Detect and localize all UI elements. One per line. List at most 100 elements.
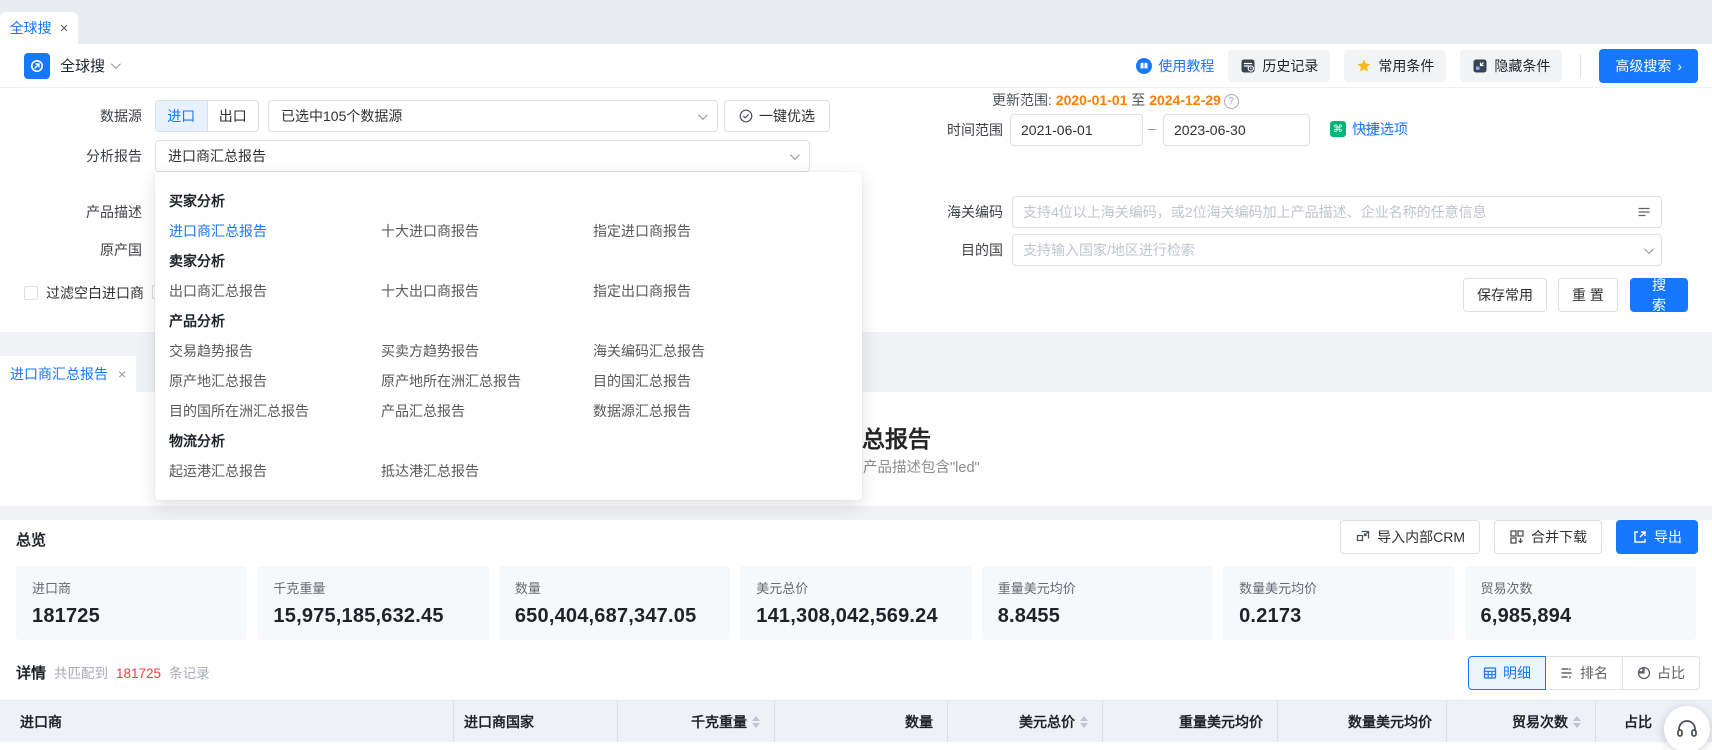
support-headset-button[interactable] bbox=[1664, 706, 1710, 750]
hs-code-input[interactable] bbox=[1023, 204, 1629, 220]
overview-card-label: 美元总价 bbox=[756, 578, 955, 597]
table-column-label: 进口商 bbox=[20, 712, 62, 732]
view-tab-detail[interactable]: 明细 bbox=[1468, 656, 1546, 690]
table-column-label: 美元总价 bbox=[1019, 712, 1075, 732]
check-circle-icon bbox=[739, 109, 753, 123]
view-tab-ranking[interactable]: 排名 bbox=[1546, 656, 1623, 690]
report-option[interactable]: 买卖方趋势报告 bbox=[381, 338, 593, 368]
table-column-header[interactable]: 数量 bbox=[775, 701, 948, 742]
report-option[interactable]: 十大出口商报告 bbox=[381, 278, 593, 308]
table-column-header[interactable]: 贸易次数 bbox=[1447, 701, 1596, 742]
report-option[interactable]: 十大进口商报告 bbox=[381, 218, 593, 248]
report-option[interactable]: 原产地汇总报告 bbox=[169, 368, 381, 398]
date-end-field[interactable] bbox=[1163, 114, 1310, 146]
overview-card-value: 141,308,042,569.24 bbox=[756, 605, 955, 628]
overview-actions: 导入内部CRM 合并下载 导出 bbox=[1340, 520, 1698, 554]
overview-card: 重量美元均价8.8455 bbox=[982, 566, 1213, 640]
overview-card-value: 8.8455 bbox=[998, 605, 1197, 628]
star-icon bbox=[1356, 58, 1372, 74]
report-option[interactable]: 目的国汇总报告 bbox=[593, 368, 805, 398]
report-option[interactable]: 起运港汇总报告 bbox=[169, 458, 381, 488]
advanced-search-button[interactable]: 高级搜索 › bbox=[1599, 49, 1698, 83]
tab-close-icon[interactable]: × bbox=[60, 20, 69, 37]
overview-card-value: 6,985,894 bbox=[1481, 605, 1680, 628]
table-column-header[interactable]: 千克重量 bbox=[618, 701, 775, 742]
history-button[interactable]: 历史记录 bbox=[1228, 50, 1330, 82]
grid-table-icon bbox=[1483, 666, 1497, 680]
checkbox[interactable] bbox=[24, 286, 38, 300]
quick-options-icon: ⌘ bbox=[1330, 121, 1346, 137]
sort-down-icon bbox=[752, 723, 760, 728]
dest-country-field[interactable] bbox=[1012, 234, 1662, 266]
data-source-selected-value: 已选中105个数据源 bbox=[281, 106, 698, 126]
report-option[interactable]: 抵达港汇总报告 bbox=[381, 458, 593, 488]
import-icon bbox=[1355, 529, 1371, 545]
chevron-down-icon[interactable] bbox=[111, 59, 121, 69]
history-label: 历史记录 bbox=[1262, 56, 1318, 76]
favorite-conditions-label: 常用条件 bbox=[1378, 56, 1434, 76]
hs-code-field[interactable] bbox=[1012, 196, 1662, 228]
view-tab-proportion-label: 占比 bbox=[1657, 663, 1685, 683]
overview-cards: 进口商181725千克重量15,975,185,632.45数量650,404,… bbox=[16, 566, 1696, 640]
report-group-title: 物流分析 bbox=[169, 428, 805, 458]
table-column-label: 进口商国家 bbox=[464, 712, 534, 732]
segment-export[interactable]: 出口 bbox=[207, 101, 259, 131]
report-option[interactable]: 产品汇总报告 bbox=[381, 398, 593, 428]
overview-card-label: 数量美元均价 bbox=[1239, 578, 1438, 597]
list-menu-icon[interactable] bbox=[1637, 205, 1651, 219]
report-option[interactable]: 海关编码汇总报告 bbox=[593, 338, 805, 368]
chevron-down-icon bbox=[698, 110, 708, 120]
quick-pick-button[interactable]: 一键优选 bbox=[724, 100, 830, 132]
merge-download-label: 合并下载 bbox=[1531, 527, 1587, 547]
date-end-input[interactable] bbox=[1174, 122, 1355, 138]
advanced-search-label: 高级搜索 bbox=[1615, 56, 1671, 76]
browser-tab-globalsearch[interactable]: 全球搜 × bbox=[0, 12, 78, 44]
overview-card-value: 15,975,185,632.45 bbox=[273, 605, 472, 628]
import-crm-button[interactable]: 导入内部CRM bbox=[1340, 520, 1480, 554]
report-option[interactable]: 目的国所在洲汇总报告 bbox=[169, 398, 381, 428]
favorite-conditions-button[interactable]: 常用条件 bbox=[1344, 50, 1446, 82]
report-option[interactable]: 指定进口商报告 bbox=[593, 218, 805, 248]
sort-carets-icon[interactable] bbox=[1080, 716, 1088, 728]
overview-card-label: 进口商 bbox=[32, 578, 231, 597]
report-option[interactable]: 交易趋势报告 bbox=[169, 338, 381, 368]
table-column-header[interactable]: 进口商 bbox=[0, 701, 454, 742]
view-tab-proportion[interactable]: 占比 bbox=[1623, 656, 1700, 690]
tab-close-icon[interactable]: × bbox=[118, 366, 126, 382]
report-option[interactable]: 原产地所在洲汇总报告 bbox=[381, 368, 593, 398]
table-column-header[interactable]: 数量美元均价 bbox=[1278, 701, 1447, 742]
overview-card: 进口商 181725 bbox=[16, 566, 247, 640]
report-option[interactable]: 出口商汇总报告 bbox=[169, 278, 381, 308]
save-favorite-button[interactable]: 保存常用 bbox=[1463, 278, 1547, 312]
hide-conditions-button[interactable]: 隐藏条件 bbox=[1460, 50, 1562, 82]
data-source-select[interactable]: 已选中105个数据源 bbox=[268, 100, 718, 132]
tutorial-button[interactable]: 使用教程 bbox=[1136, 56, 1214, 76]
overview-card-value: 181725 bbox=[32, 605, 231, 628]
export-button[interactable]: 导出 bbox=[1616, 520, 1698, 554]
segment-import[interactable]: 进口 bbox=[156, 101, 207, 131]
dest-country-input[interactable] bbox=[1023, 242, 1636, 258]
table-column-header[interactable]: 重量美元均价 bbox=[1103, 701, 1278, 742]
overview-card: 美元总价 141,308,042,569.24 bbox=[740, 566, 971, 640]
date-start-field[interactable] bbox=[1010, 114, 1143, 146]
help-icon[interactable]: ? bbox=[1224, 94, 1239, 109]
report-option[interactable]: 指定出口商报告 bbox=[593, 278, 805, 308]
report-tab-importer-summary[interactable]: 进口商汇总报告 × bbox=[0, 356, 136, 392]
quick-options-button[interactable]: ⌘ 快捷选项 bbox=[1330, 119, 1408, 139]
import-crm-label: 导入内部CRM bbox=[1377, 527, 1465, 547]
reset-button[interactable]: 重 置 bbox=[1558, 278, 1618, 312]
search-button[interactable]: 搜 索 bbox=[1630, 278, 1688, 312]
match-prefix: 共匹配到 bbox=[54, 662, 108, 682]
report-option[interactable]: 进口商汇总报告 bbox=[169, 218, 381, 248]
table-column-header[interactable]: 美元总价 bbox=[948, 701, 1103, 742]
table-column-header[interactable]: 进口商国家 bbox=[454, 701, 618, 742]
section-divider bbox=[0, 506, 1712, 520]
report-option[interactable]: 数据源汇总报告 bbox=[593, 398, 805, 428]
report-type-select[interactable]: 进口商汇总报告 bbox=[155, 140, 810, 172]
report-group-title: 产品分析 bbox=[169, 308, 805, 338]
update-range-label: 更新范围: bbox=[992, 92, 1052, 108]
hide-conditions-icon bbox=[1472, 58, 1488, 74]
sort-carets-icon[interactable] bbox=[1573, 716, 1581, 728]
merge-download-button[interactable]: 合并下载 bbox=[1494, 520, 1602, 554]
sort-carets-icon[interactable] bbox=[752, 716, 760, 728]
